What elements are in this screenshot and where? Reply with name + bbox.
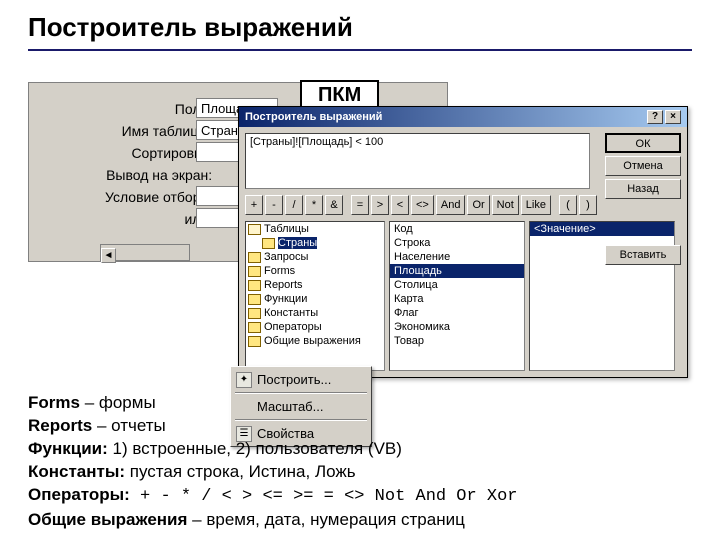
expression-builder-dialog: Построитель выражений ? × [Страны]![Площ… xyxy=(238,106,688,378)
op-rparen[interactable]: ) xyxy=(579,195,597,215)
help-icon[interactable]: ? xyxy=(647,110,663,124)
folder-icon xyxy=(248,308,261,319)
legend-text: Forms – формы Reports – отчеты Функции: … xyxy=(28,392,518,532)
folder-icon xyxy=(248,280,261,291)
list-item[interactable]: Флаг xyxy=(390,306,524,320)
op-gt[interactable]: > xyxy=(371,195,389,215)
op-amp[interactable]: & xyxy=(325,195,343,215)
dialog-title: Построитель выражений xyxy=(245,111,382,123)
divider xyxy=(28,49,692,51)
dialog-titlebar[interactable]: Построитель выражений ? × xyxy=(239,107,687,127)
op-ne[interactable]: <> xyxy=(411,195,434,215)
list-item[interactable]: Строка xyxy=(390,236,524,250)
cancel-button[interactable]: Отмена xyxy=(605,156,681,176)
tree-queries[interactable]: Запросы xyxy=(246,250,384,264)
folder-icon xyxy=(248,336,261,347)
tree-operators[interactable]: Операторы xyxy=(246,320,384,334)
folder-icon xyxy=(248,294,261,305)
back-button[interactable]: Назад xyxy=(605,179,681,199)
op-like[interactable]: Like xyxy=(521,195,551,215)
label-show: Вывод на экран: xyxy=(105,164,212,186)
ok-button[interactable]: ОК xyxy=(605,133,681,153)
tree-reports[interactable]: Reports xyxy=(246,278,384,292)
folder-open-icon xyxy=(248,224,261,235)
op-minus[interactable]: - xyxy=(265,195,283,215)
field-list[interactable]: Код Строка Население Площадь Столица Кар… xyxy=(389,221,525,371)
folder-icon xyxy=(248,252,261,263)
op-mul[interactable]: * xyxy=(305,195,323,215)
close-icon[interactable]: × xyxy=(665,110,681,124)
tree-constants[interactable]: Константы xyxy=(246,306,384,320)
insert-button[interactable]: Вставить xyxy=(605,245,681,265)
folder-icon xyxy=(248,322,261,333)
grid-hscroll[interactable]: ◄ xyxy=(100,244,190,261)
folder-icon xyxy=(262,238,275,249)
op-or[interactable]: Or xyxy=(467,195,489,215)
page-title: Построитель выражений xyxy=(28,12,720,43)
scroll-left-icon[interactable]: ◄ xyxy=(101,248,116,263)
op-div[interactable]: / xyxy=(285,195,303,215)
op-and[interactable]: And xyxy=(436,195,466,215)
list-item-selected[interactable]: Площадь xyxy=(390,264,524,278)
wand-icon: ✦ xyxy=(236,372,252,388)
tree-countries[interactable]: Страны xyxy=(246,236,384,250)
tree-forms[interactable]: Forms xyxy=(246,264,384,278)
list-item[interactable]: Столица xyxy=(390,278,524,292)
tree-tables[interactable]: Таблицы xyxy=(246,222,384,236)
tree-common-expr[interactable]: Общие выражения xyxy=(246,334,384,348)
list-item[interactable]: Товар xyxy=(390,334,524,348)
category-tree[interactable]: Таблицы Страны Запросы Forms Reports Фун… xyxy=(245,221,385,371)
op-plus[interactable]: + xyxy=(245,195,263,215)
list-item[interactable]: Код xyxy=(390,222,524,236)
op-not[interactable]: Not xyxy=(492,195,519,215)
expression-textarea[interactable]: [Страны]![Площадь] < 100 xyxy=(245,133,590,189)
list-item[interactable]: Население xyxy=(390,250,524,264)
folder-icon xyxy=(248,266,261,277)
op-lparen[interactable]: ( xyxy=(559,195,577,215)
list-item[interactable]: Карта xyxy=(390,292,524,306)
tree-functions[interactable]: Функции xyxy=(246,292,384,306)
op-eq[interactable]: = xyxy=(351,195,369,215)
list-item[interactable]: Экономика xyxy=(390,320,524,334)
op-lt[interactable]: < xyxy=(391,195,409,215)
ctx-build[interactable]: ✦ Построить... xyxy=(233,369,369,390)
